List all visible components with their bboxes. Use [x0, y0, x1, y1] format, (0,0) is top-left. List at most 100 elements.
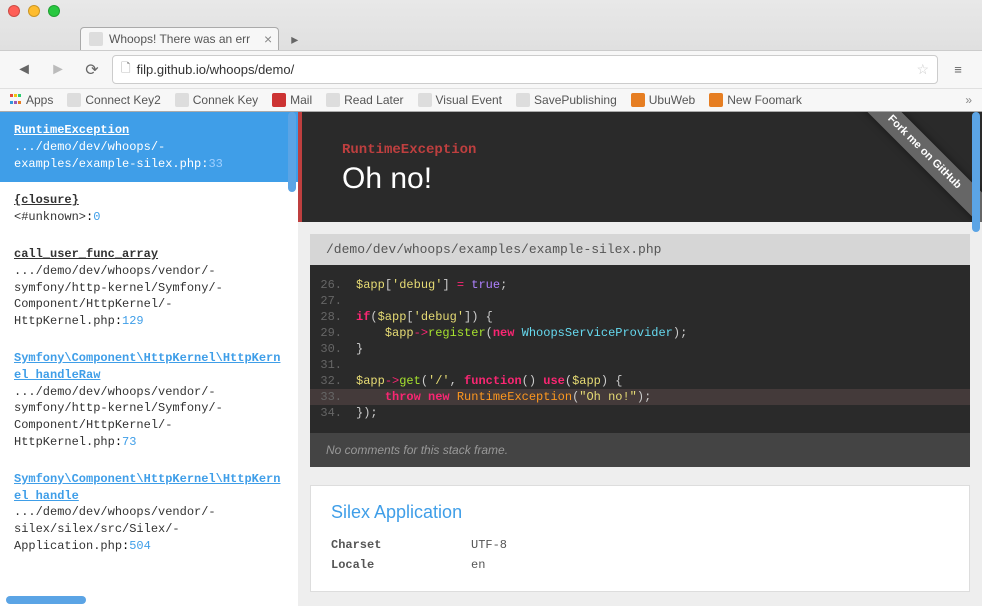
code-line: 28.if($app['debug']) { — [310, 309, 970, 325]
code-line: 27. — [310, 293, 970, 309]
close-window-button[interactable] — [8, 5, 20, 17]
stack-frames-sidebar[interactable]: RuntimeException.../demo/dev/whoops/-exa… — [0, 112, 298, 606]
line-number: 31. — [310, 358, 356, 372]
bookmarks-bar: Apps Connect Key2 Connek Key Mail Read L… — [0, 88, 982, 111]
stack-frame[interactable]: Symfony\Component\HttpKernel\HttpKernel … — [0, 340, 298, 461]
env-row: CharsetUTF-8 — [331, 535, 949, 555]
frame-title: Symfony\Component\HttpKernel\HttpKernel … — [14, 471, 284, 505]
frame-path: .../demo/dev/whoops/vendor/-symfony/http… — [14, 384, 284, 451]
bookmark-link[interactable]: SavePublishing — [516, 93, 617, 107]
apps-icon — [10, 94, 22, 106]
line-number: 30. — [310, 342, 356, 356]
bookmark-label: Connect Key2 — [85, 93, 160, 107]
stack-frame[interactable]: {closure}<#unknown>:0 — [0, 182, 298, 236]
bookmark-star-icon[interactable]: ☆ — [916, 61, 929, 78]
bookmark-icon — [418, 93, 432, 107]
browser-tab[interactable]: Whoops! There was an err × — [80, 27, 279, 50]
bookmarks-overflow-icon[interactable]: » — [965, 93, 972, 107]
bookmark-link[interactable]: Connect Key2 — [67, 93, 160, 107]
code-line: 31. — [310, 357, 970, 373]
frame-comments: No comments for this stack frame. — [310, 433, 970, 467]
reload-button[interactable]: ⟳ — [78, 57, 106, 83]
line-number: 29. — [310, 326, 356, 340]
apps-bookmark[interactable]: Apps — [10, 93, 53, 107]
line-number: 34. — [310, 406, 356, 420]
file-path: /demo/dev/whoops/examples/example-silex.… — [310, 234, 970, 265]
frame-path: .../demo/dev/whoops/-examples/example-si… — [14, 139, 284, 173]
tab-close-icon[interactable]: × — [264, 31, 272, 47]
bookmark-link[interactable]: Connek Key — [175, 93, 258, 107]
bookmark-label: Read Later — [344, 93, 403, 107]
sidebar-h-scrollbar[interactable] — [6, 596, 86, 604]
bookmark-icon — [516, 93, 530, 107]
bookmark-label: SavePublishing — [534, 93, 617, 107]
frame-title: Symfony\Component\HttpKernel\HttpKernel … — [14, 350, 284, 384]
tab-bar: Whoops! There was an err × ▸ — [0, 22, 982, 50]
bookmark-label: Apps — [26, 93, 53, 107]
line-content: $app->register(new WhoopsServiceProvider… — [356, 326, 970, 340]
bookmark-label: Connek Key — [193, 93, 258, 107]
bookmark-label: New Foomark — [727, 93, 802, 107]
line-content: $app['debug'] = true; — [356, 278, 970, 292]
error-header: RuntimeException Oh no! Fork me on GitHu… — [298, 112, 982, 222]
line-content: if($app['debug']) { — [356, 310, 970, 324]
bookmark-icon — [631, 93, 645, 107]
frame-path: .../demo/dev/whoops/vendor/-silex/silex/… — [14, 504, 284, 554]
sidebar-scrollbar[interactable] — [288, 112, 296, 192]
exception-message: Oh no! — [342, 162, 942, 196]
main-panel: RuntimeException Oh no! Fork me on GitHu… — [298, 112, 982, 606]
code-line: 29. $app->register(new WhoopsServiceProv… — [310, 325, 970, 341]
minimize-window-button[interactable] — [28, 5, 40, 17]
bookmark-icon — [709, 93, 723, 107]
tab-favicon — [89, 32, 103, 46]
line-number: 26. — [310, 278, 356, 292]
zoom-window-button[interactable] — [48, 5, 60, 17]
line-number: 27. — [310, 294, 356, 308]
page-content: RuntimeException.../demo/dev/whoops/-exa… — [0, 112, 982, 606]
traffic-lights — [8, 5, 60, 17]
url-bar[interactable]: 🗋 filp.github.io/whoops/demo/ ☆ — [112, 55, 938, 84]
browser-chrome: Whoops! There was an err × ▸ ◄ ► ⟳ 🗋 fil… — [0, 0, 982, 112]
code-line: 26.$app['debug'] = true; — [310, 277, 970, 293]
bookmark-link[interactable]: UbuWeb — [631, 93, 695, 107]
env-value: UTF-8 — [471, 538, 507, 552]
title-bar — [0, 0, 982, 22]
frame-title: {closure} — [14, 192, 284, 209]
page-icon: 🗋 — [121, 59, 131, 80]
env-row: Localeen — [331, 555, 949, 575]
back-button[interactable]: ◄ — [10, 57, 38, 83]
main-scrollbar[interactable] — [972, 112, 980, 232]
stack-frame[interactable]: call_user_func_array.../demo/dev/whoops/… — [0, 236, 298, 340]
line-content: throw new RuntimeException("Oh no!"); — [356, 390, 970, 404]
tab-title: Whoops! There was an err — [109, 32, 250, 46]
frame-title: call_user_func_array — [14, 246, 284, 263]
line-number: 33. — [310, 390, 356, 404]
bookmark-icon — [272, 93, 286, 107]
bookmark-link[interactable]: New Foomark — [709, 93, 802, 107]
line-content: } — [356, 342, 970, 356]
bookmark-label: Mail — [290, 93, 312, 107]
bookmark-label: UbuWeb — [649, 93, 695, 107]
nav-bar: ◄ ► ⟳ 🗋 filp.github.io/whoops/demo/ ☆ ≡ — [0, 50, 982, 88]
code-line: 32.$app->get('/', function() use($app) { — [310, 373, 970, 389]
bookmark-link[interactable]: Visual Event — [418, 93, 503, 107]
bookmark-link[interactable]: Read Later — [326, 93, 403, 107]
env-key: Charset — [331, 538, 471, 552]
code-line: 34.}); — [310, 405, 970, 421]
stack-frame[interactable]: Symfony\Component\HttpKernel\HttpKernel … — [0, 461, 298, 565]
chrome-menu-button[interactable]: ≡ — [944, 57, 972, 83]
bookmark-link[interactable]: Mail — [272, 93, 312, 107]
env-key: Locale — [331, 558, 471, 572]
url-text: filp.github.io/whoops/demo/ — [137, 62, 295, 77]
frame-path: .../demo/dev/whoops/vendor/-symfony/http… — [14, 263, 284, 330]
forward-button[interactable]: ► — [44, 57, 72, 83]
line-number: 32. — [310, 374, 356, 388]
line-content: $app->get('/', function() use($app) { — [356, 374, 970, 388]
code-line: 33. throw new RuntimeException("Oh no!")… — [310, 389, 970, 405]
new-tab-button[interactable]: ▸ — [285, 29, 304, 50]
env-section-title: Silex Application — [331, 502, 949, 523]
stack-frame[interactable]: RuntimeException.../demo/dev/whoops/-exa… — [0, 112, 298, 182]
bookmark-icon — [67, 93, 81, 107]
bookmark-label: Visual Event — [436, 93, 503, 107]
bookmark-icon — [326, 93, 340, 107]
